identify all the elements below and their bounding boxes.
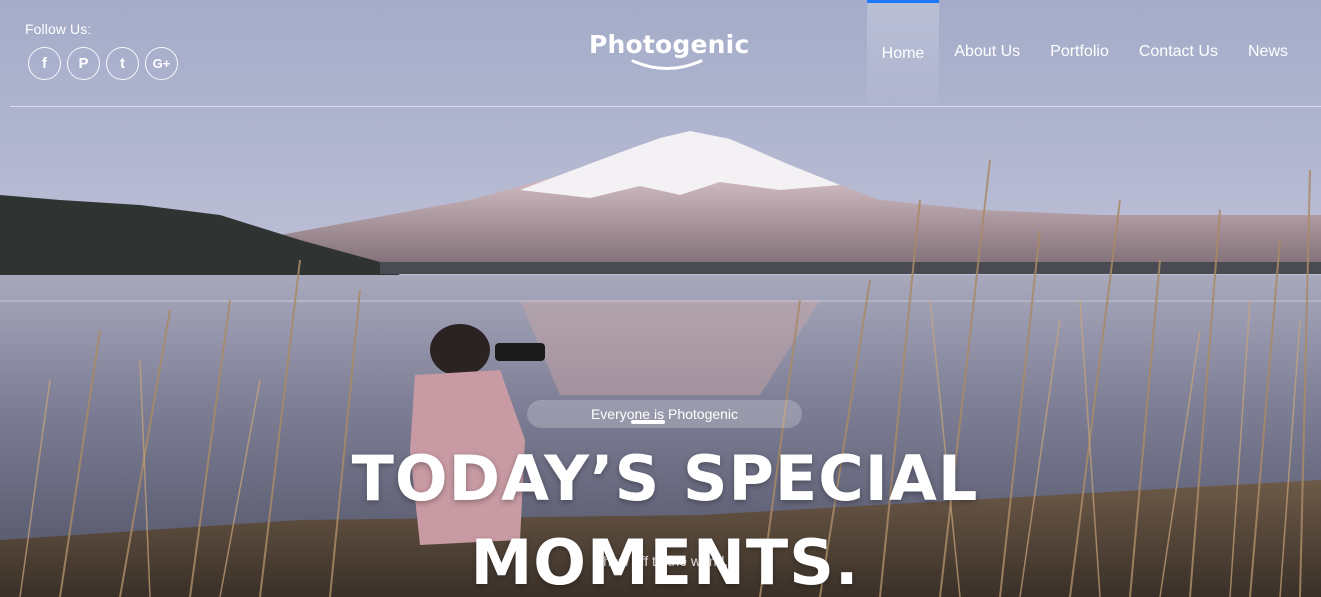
hero-headline-line2: MOMENTS.: [470, 526, 860, 597]
facebook-icon[interactable]: f: [28, 47, 61, 80]
logo-text: Photogenic: [589, 30, 750, 59]
nav-item-home[interactable]: Home: [866, 0, 940, 104]
nav-item-about-us[interactable]: About Us: [939, 0, 1035, 104]
hero-banner: Follow Us: f P t G+ Photogenic Home Abou…: [0, 0, 1321, 597]
nav-item-news[interactable]: News: [1233, 0, 1303, 104]
follow-us-label: Follow Us:: [25, 21, 92, 37]
google-plus-icon[interactable]: G+: [145, 47, 178, 80]
nav-item-portfolio[interactable]: Portfolio: [1035, 0, 1124, 104]
slide-indicator[interactable]: [631, 420, 665, 424]
header-divider: [10, 106, 1321, 107]
pinterest-icon[interactable]: P: [67, 47, 100, 80]
social-links: f P t G+: [28, 47, 178, 80]
hero-tagline: Everyone is Photogenic: [527, 400, 802, 428]
logo-smile-icon: [631, 59, 703, 70]
hero-headline-line1: TODAY’S SPECIAL: [351, 442, 979, 515]
nav-item-contact-us[interactable]: Contact Us: [1124, 0, 1233, 104]
twitter-icon[interactable]: t: [106, 47, 139, 80]
main-nav: Home About Us Portfolio Contact Us News: [866, 0, 1303, 104]
site-logo[interactable]: Photogenic: [589, 30, 749, 80]
